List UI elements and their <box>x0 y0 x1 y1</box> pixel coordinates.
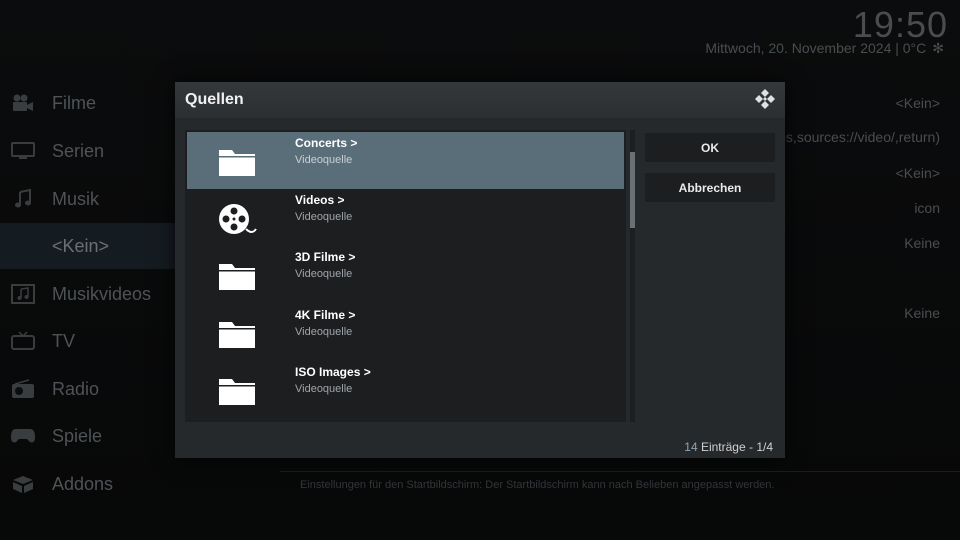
divider <box>280 471 960 472</box>
sidebar-item-radio[interactable]: Radio <box>0 366 175 412</box>
tv-icon <box>10 330 36 352</box>
music-note-icon <box>10 188 36 210</box>
folder-icon <box>215 144 259 180</box>
snowflake-icon: ✻ <box>932 40 944 56</box>
list-item[interactable]: ISO Images > Videoquelle <box>187 361 624 418</box>
date-text: Mittwoch, 20. November 2024 | 0°C <box>705 40 927 56</box>
item-title: 3D Filme > <box>295 250 356 264</box>
list-item[interactable]: 4K Filme > Videoquelle <box>187 304 624 361</box>
setting-value[interactable]: os,sources://video/,return) <box>778 129 940 145</box>
sidebar-item-musik[interactable]: Musik <box>0 176 175 222</box>
setting-value[interactable]: Keine <box>904 305 940 321</box>
scrollbar[interactable] <box>630 130 635 422</box>
date-weather: Mittwoch, 20. November 2024 | 0°C ✻ <box>705 40 944 57</box>
sidebar-item-tv[interactable]: TV <box>0 318 175 364</box>
item-count-text: Einträge - 1/4 <box>697 440 773 454</box>
dialog-title: Quellen <box>185 91 244 108</box>
sidebar: Filme Serien Musik <Kein> Musikvideos TV… <box>0 80 175 540</box>
item-title: Videos > <box>295 193 345 207</box>
sidebar-item-label: TV <box>52 330 76 351</box>
movie-camera-icon <box>10 92 36 114</box>
scrollbar-thumb[interactable] <box>630 152 635 228</box>
settings-hint: Einstellungen für den Startbildschirm: D… <box>300 479 775 491</box>
sidebar-item-label: Filme <box>52 92 96 113</box>
dialog-header: Quellen <box>175 82 785 118</box>
sidebar-item-serien[interactable]: Serien <box>0 128 175 174</box>
ok-button[interactable]: OK <box>645 133 775 162</box>
list-item[interactable]: Concerts > Videoquelle <box>187 132 624 189</box>
film-reel-icon <box>215 201 259 237</box>
list-item[interactable]: Videos > Videoquelle <box>187 189 624 246</box>
sidebar-item-addons[interactable]: Addons <box>0 461 175 507</box>
sidebar-item-filme[interactable]: Filme <box>0 80 175 126</box>
folder-icon <box>215 316 259 352</box>
kodi-logo-icon <box>755 89 775 109</box>
sidebar-item-label: Spiele <box>52 425 103 446</box>
sidebar-item-label: Radio <box>52 378 100 399</box>
item-title: Concerts > <box>295 136 358 150</box>
sidebar-item-label: Musik <box>52 188 100 209</box>
gamepad-icon <box>10 425 36 447</box>
music-video-icon <box>10 283 36 305</box>
tv-monitor-icon <box>10 140 36 162</box>
addons-box-icon <box>10 473 36 495</box>
item-subtitle: Videoquelle <box>295 326 353 338</box>
sidebar-item-label: Serien <box>52 140 105 161</box>
source-list: Concerts > Videoquelle Videos > Videoque… <box>185 130 626 422</box>
sidebar-item-label: <Kein> <box>52 235 110 256</box>
item-subtitle: Videoquelle <box>295 154 353 166</box>
setting-value[interactable]: icon <box>914 200 940 216</box>
list-item[interactable]: 3D Filme > Videoquelle <box>187 246 624 303</box>
item-count-number: 14 <box>684 440 698 454</box>
setting-value[interactable]: Keine <box>904 235 940 251</box>
cancel-button[interactable]: Abbrechen <box>645 173 775 202</box>
item-subtitle: Videoquelle <box>295 383 353 395</box>
sidebar-item-spiele[interactable]: Spiele <box>0 413 175 459</box>
item-title: 4K Filme > <box>295 308 356 322</box>
setting-value[interactable]: <Kein> <box>896 165 940 181</box>
sidebar-item-musikvideos[interactable]: Musikvideos <box>0 271 175 317</box>
sidebar-item-label: Musikvideos <box>52 283 152 304</box>
folder-icon <box>215 258 259 294</box>
radio-icon <box>10 378 36 400</box>
folder-icon <box>215 373 259 409</box>
sidebar-item-label: Addons <box>52 473 114 494</box>
sources-dialog: Quellen Concerts > Videoquelle Videos > … <box>175 82 785 458</box>
item-subtitle: Videoquelle <box>295 211 353 223</box>
sidebar-item-kein[interactable]: <Kein> <box>0 223 175 269</box>
item-subtitle: Videoquelle <box>295 268 353 280</box>
setting-value[interactable]: <Kein> <box>896 95 940 111</box>
item-title: ISO Images > <box>295 365 371 379</box>
item-count: 14 Einträge - 1/4 <box>684 440 773 454</box>
